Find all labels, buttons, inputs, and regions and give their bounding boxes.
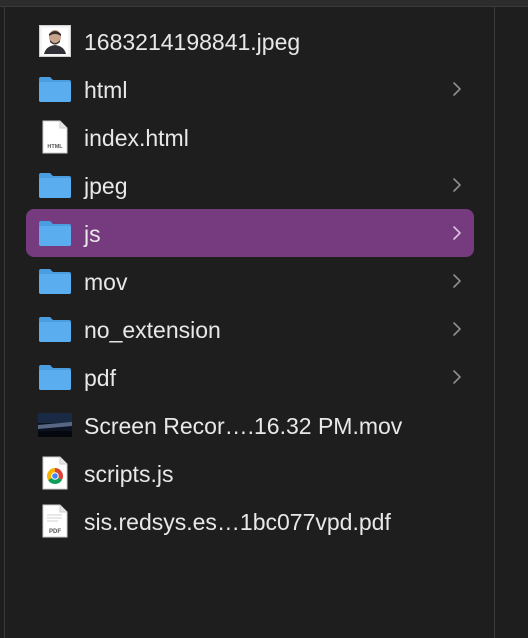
list-item[interactable]: 1683214198841.jpeg — [26, 17, 474, 65]
chevron-right-icon — [453, 370, 461, 384]
file-name: 1683214198841.jpeg — [84, 29, 301, 55]
video-thumbnail-icon — [38, 409, 72, 441]
file-column: 1683214198841.jpeg html HTML index.html … — [26, 17, 474, 545]
list-item[interactable]: HTML index.html — [26, 113, 474, 161]
chevron-right-icon — [453, 226, 461, 240]
folder-name: jpeg — [84, 173, 128, 199]
chevron-right-icon — [453, 274, 461, 288]
chevron-right-icon — [453, 322, 461, 336]
image-thumbnail-icon — [38, 25, 72, 57]
list-item[interactable]: pdf — [26, 353, 474, 401]
folder-name: no_extension — [84, 317, 221, 343]
list-item[interactable]: Screen Recor….16.32 PM.mov — [26, 401, 474, 449]
list-item[interactable]: scripts.js — [26, 449, 474, 497]
finder-window: 1683214198841.jpeg html HTML index.html … — [0, 0, 528, 638]
folder-icon — [38, 361, 72, 393]
file-name: Screen Recor….16.32 PM.mov — [84, 413, 403, 439]
list-item[interactable]: jpeg — [26, 161, 474, 209]
folder-icon — [38, 169, 72, 201]
chevron-right-icon — [453, 178, 461, 192]
folder-name: html — [84, 77, 128, 103]
folder-icon — [38, 313, 72, 345]
chevron-right-icon — [453, 82, 461, 96]
list-item-selected[interactable]: js — [26, 209, 474, 257]
list-item[interactable]: PDF sis.redsys.es…1bc077vpd.pdf — [26, 497, 474, 545]
file-name: index.html — [84, 125, 189, 151]
top-border — [0, 0, 528, 7]
html-document-icon: HTML — [38, 120, 72, 154]
folder-name: js — [84, 221, 101, 247]
folder-name: pdf — [84, 365, 116, 391]
folder-name: mov — [84, 269, 128, 295]
file-name: sis.redsys.es…1bc077vpd.pdf — [84, 509, 391, 535]
folder-icon — [38, 265, 72, 297]
file-name: scripts.js — [84, 461, 174, 487]
doc-type-label: HTML — [47, 144, 63, 150]
list-item[interactable]: no_extension — [26, 305, 474, 353]
chrome-document-icon — [38, 456, 72, 490]
folder-icon — [38, 217, 72, 249]
left-column-divider[interactable] — [4, 6, 5, 638]
folder-icon — [38, 73, 72, 105]
next-column-pane — [495, 7, 528, 638]
doc-type-label: PDF — [49, 529, 61, 535]
list-item[interactable]: html — [26, 65, 474, 113]
pdf-document-icon: PDF — [38, 504, 72, 538]
list-item[interactable]: mov — [26, 257, 474, 305]
